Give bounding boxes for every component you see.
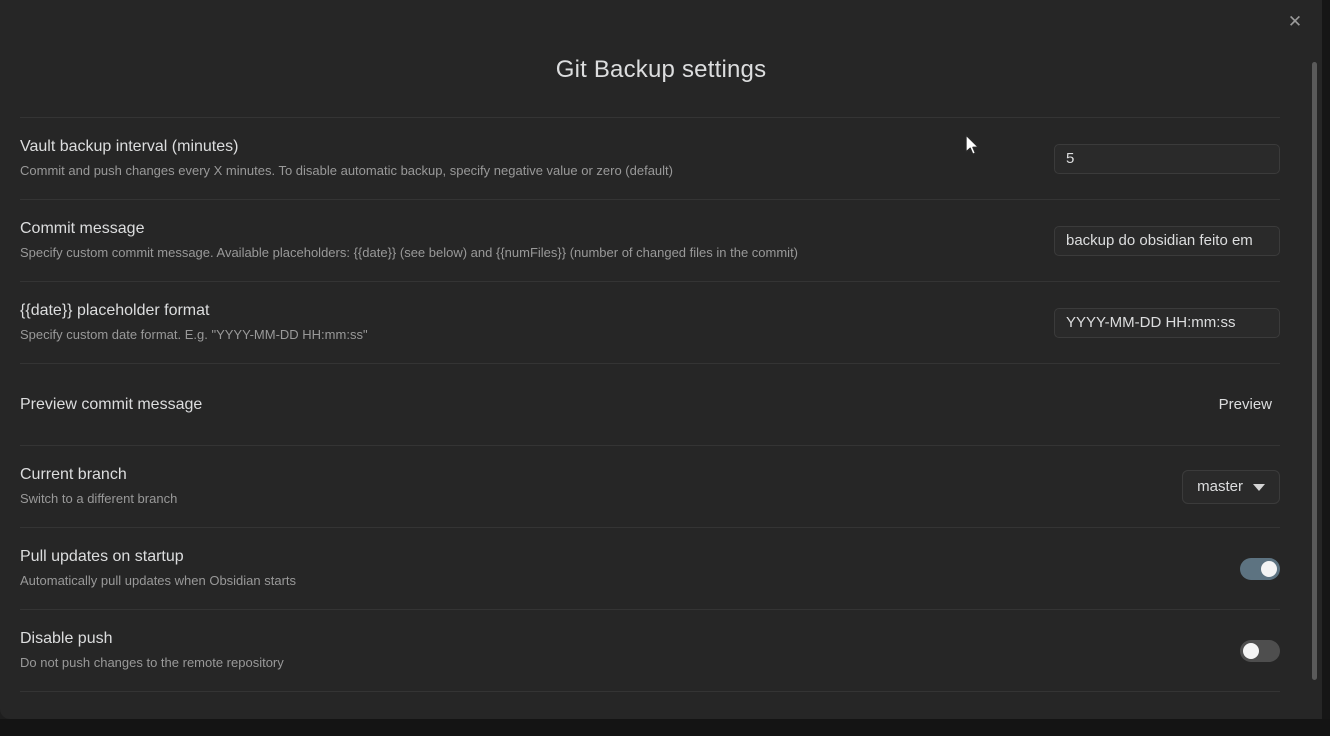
setting-row-preview-commit-message: Preview commit message Preview	[20, 363, 1280, 445]
setting-description: Specify custom date format. E.g. "YYYY-M…	[20, 327, 368, 343]
branch-dropdown[interactable]: master	[1182, 469, 1280, 504]
scrollbar-thumb[interactable]	[1312, 62, 1317, 680]
setting-description: Specify custom commit message. Available…	[20, 245, 799, 261]
toggle-knob	[1261, 560, 1277, 577]
setting-row-disable-push: Disable push Do not push changes to the …	[20, 609, 1280, 691]
branch-dropdown-value: master	[1197, 478, 1243, 495]
pull-updates-toggle[interactable]	[1240, 557, 1280, 580]
setting-control	[1240, 639, 1280, 662]
setting-row-disable-notifications: Disable notifications	[20, 691, 1280, 719]
vault-backup-interval-input[interactable]	[1054, 143, 1280, 174]
setting-info: Preview commit message	[20, 395, 1211, 415]
setting-control	[1054, 143, 1280, 174]
setting-info: {{date}} placeholder format Specify cust…	[20, 301, 1054, 344]
commit-message-input[interactable]	[1054, 225, 1280, 256]
setting-row-date-placeholder-format: {{date}} placeholder format Specify cust…	[20, 281, 1280, 363]
chevron-down-icon	[1253, 484, 1265, 491]
preview-button[interactable]: Preview	[1211, 392, 1280, 417]
setting-description: Do not push changes to the remote reposi…	[20, 655, 284, 671]
setting-info: Vault backup interval (minutes) Commit a…	[20, 137, 1054, 180]
window-bottom-edge	[0, 719, 1330, 736]
disable-push-toggle[interactable]	[1240, 639, 1280, 662]
setting-info: Commit message Specify custom commit mes…	[20, 219, 1054, 262]
setting-description: Commit and push changes every X minutes.…	[20, 163, 673, 179]
setting-info: Pull updates on startup Automatically pu…	[20, 547, 1240, 590]
setting-info: Current branch Switch to a different bra…	[20, 465, 1182, 508]
setting-control	[1054, 307, 1280, 338]
setting-info: Disable push Do not push changes to the …	[20, 629, 1240, 672]
settings-list: Vault backup interval (minutes) Commit a…	[0, 117, 1322, 719]
setting-control: master	[1182, 469, 1280, 504]
toggle-knob	[1243, 642, 1259, 659]
page-title: Git Backup settings	[555, 56, 767, 83]
settings-modal: Git Backup settings Vault backup interva…	[0, 0, 1322, 719]
setting-name: {{date}} placeholder format	[20, 302, 210, 320]
date-format-input[interactable]	[1054, 307, 1280, 338]
setting-name: Pull updates on startup	[20, 548, 184, 566]
setting-name: Current branch	[20, 466, 127, 484]
settings-scroll-area[interactable]: Git Backup settings Vault backup interva…	[0, 0, 1322, 719]
setting-name: Vault backup interval (minutes)	[20, 138, 239, 156]
setting-description: Automatically pull updates when Obsidian…	[20, 573, 297, 589]
setting-control	[1240, 557, 1280, 580]
setting-name: Disable push	[20, 630, 113, 648]
setting-description: Switch to a different branch	[20, 491, 178, 507]
setting-row-vault-backup-interval: Vault backup interval (minutes) Commit a…	[20, 117, 1280, 199]
setting-control	[1054, 225, 1280, 256]
setting-name: Commit message	[20, 220, 145, 238]
setting-name: Preview commit message	[20, 395, 203, 413]
close-icon[interactable]: ✕	[1282, 8, 1308, 34]
setting-control: Preview	[1211, 392, 1280, 417]
window-right-edge	[1322, 0, 1330, 736]
setting-row-commit-message: Commit message Specify custom commit mes…	[20, 199, 1280, 281]
setting-row-pull-updates-on-startup: Pull updates on startup Automatically pu…	[20, 527, 1280, 609]
setting-row-current-branch: Current branch Switch to a different bra…	[20, 445, 1280, 527]
